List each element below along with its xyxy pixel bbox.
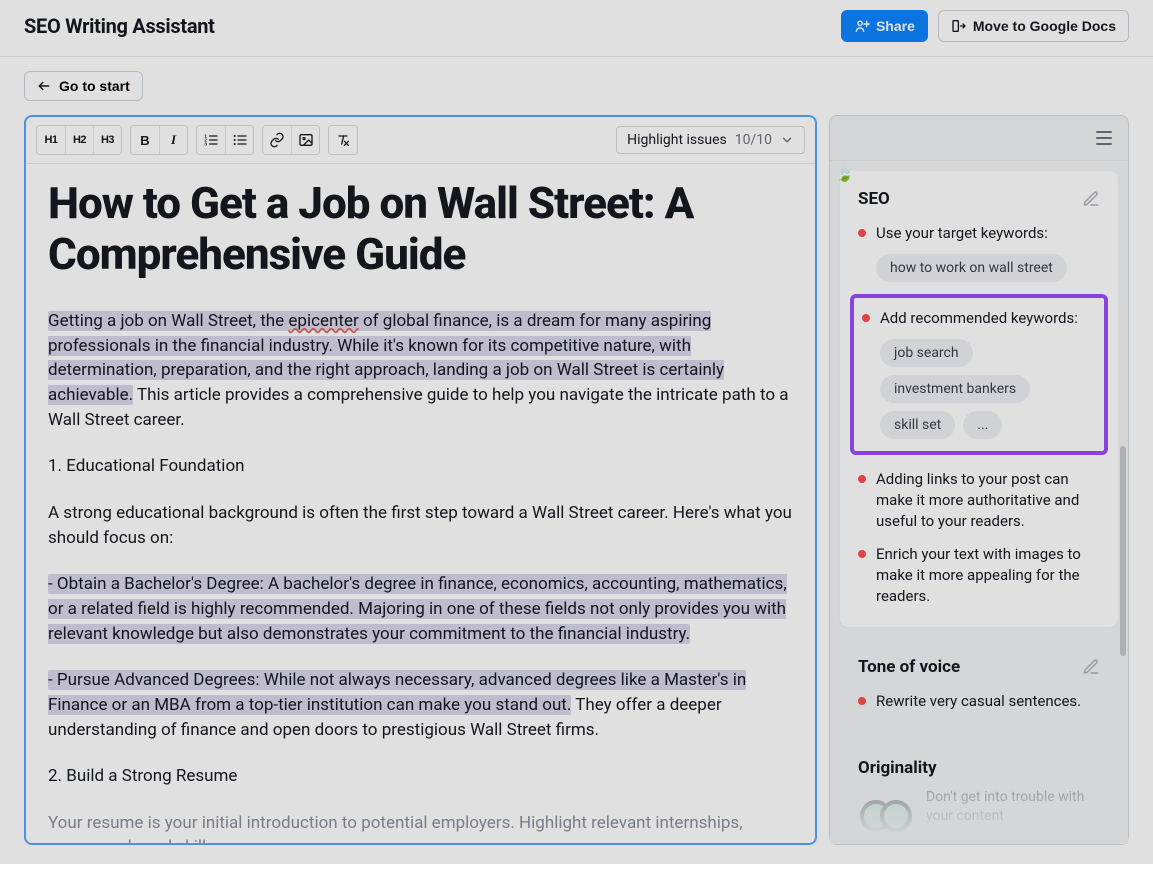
go-to-start-button[interactable]: Go to start — [24, 71, 143, 101]
app-header: SEO Writing Assistant Share Move to Goog… — [0, 0, 1153, 57]
leaf-icon: 🍃 — [836, 167, 853, 183]
image-button[interactable] — [291, 126, 319, 154]
tone-card: Tone of voice Rewrite very casual senten… — [840, 641, 1118, 728]
spelling-error: epicenter — [288, 311, 358, 331]
header-actions: Share Move to Google Docs — [841, 10, 1129, 42]
suggestions-pane: 🍃 SEO Use your target keywords: how to w… — [829, 115, 1129, 845]
bullet-dot — [858, 697, 866, 705]
insert-group — [262, 125, 320, 155]
section-1-intro[interactable]: A strong educational background is often… — [48, 501, 793, 550]
image-icon — [298, 132, 314, 148]
main-layout: H1 H2 H3 B I 123 — [0, 115, 1153, 869]
link-icon — [269, 132, 285, 148]
scrollbar-thumb[interactable] — [1120, 446, 1126, 656]
target-keywords-label: Use your target keywords: — [876, 223, 1100, 244]
add-images-suggestion: Enrich your text with images to make it … — [858, 544, 1100, 607]
share-icon — [854, 18, 870, 34]
add-links-suggestion: Adding links to your post can make it mo… — [858, 469, 1100, 532]
binoculars-icon — [858, 788, 914, 830]
edit-icon[interactable] — [1082, 658, 1100, 676]
ordered-list-button[interactable]: 123 — [197, 126, 225, 154]
go-to-start-label: Go to start — [59, 78, 130, 94]
clear-group — [328, 125, 358, 155]
highlight-issues-dropdown[interactable]: Highlight issues 10/10 — [616, 126, 805, 154]
seo-card-title: SEO — [858, 189, 890, 209]
share-button[interactable]: Share — [841, 10, 928, 42]
bullet-dot — [858, 475, 866, 483]
tone-suggestion: Rewrite very casual sentences. — [858, 691, 1100, 712]
chevron-down-icon — [780, 133, 794, 147]
move-to-gdocs-button[interactable]: Move to Google Docs — [938, 10, 1129, 42]
highlight-issues-label: Highlight issues — [627, 132, 727, 148]
bullet-dot — [858, 229, 866, 237]
format-group: B I — [130, 125, 188, 155]
recommended-keywords-suggestion: Add recommended keywords: job search inv… — [862, 308, 1096, 439]
section-2-intro[interactable]: Your resume is your initial introduction… — [48, 811, 793, 843]
h2-button[interactable]: H2 — [65, 126, 93, 154]
recommended-keywords-highlight: Add recommended keywords: job search inv… — [850, 294, 1108, 455]
keyword-chip[interactable]: job search — [880, 339, 973, 367]
bullet-dot — [858, 550, 866, 558]
unordered-list-button[interactable] — [225, 126, 253, 154]
share-button-label: Share — [876, 18, 915, 34]
menu-icon[interactable] — [1092, 126, 1116, 150]
bullet-bachelors[interactable]: - Obtain a Bachelor's Degree: A bachelor… — [48, 572, 793, 646]
originality-text: Don't get into trouble with your content — [926, 788, 1100, 826]
clear-format-button[interactable] — [329, 126, 357, 154]
side-body: 🍃 SEO Use your target keywords: how to w… — [830, 161, 1128, 844]
italic-button[interactable]: I — [159, 126, 187, 154]
paragraph-intro[interactable]: Getting a job on Wall Street, the epicen… — [48, 309, 793, 432]
h1-button[interactable]: H1 — [37, 126, 65, 154]
edit-icon[interactable] — [1082, 190, 1100, 208]
list-group: 123 — [196, 125, 254, 155]
side-header — [830, 116, 1128, 161]
bullet-dot — [862, 314, 870, 322]
h3-button[interactable]: H3 — [93, 126, 121, 154]
subnav: Go to start — [0, 57, 1153, 115]
editor-body[interactable]: How to Get a Job on Wall Street: A Compr… — [26, 164, 815, 843]
originality-card: Originality Don't get into trouble with … — [840, 742, 1118, 830]
keyword-chip[interactable]: how to work on wall street — [876, 254, 1067, 282]
heading-group: H1 H2 H3 — [36, 125, 122, 155]
keyword-chip[interactable]: skill set — [880, 411, 955, 439]
keyword-chip-more[interactable]: ... — [963, 411, 1002, 439]
bullet-list-icon — [232, 132, 248, 148]
seo-card: 🍃 SEO Use your target keywords: how to w… — [840, 171, 1118, 627]
ordered-list-icon: 123 — [203, 132, 219, 148]
app-title: SEO Writing Assistant — [24, 14, 215, 38]
bold-button[interactable]: B — [131, 126, 159, 154]
clear-format-icon — [335, 132, 351, 148]
tone-card-title: Tone of voice — [858, 657, 960, 677]
move-button-label: Move to Google Docs — [973, 18, 1116, 34]
document-title[interactable]: How to Get a Job on Wall Street: A Compr… — [48, 178, 793, 279]
svg-text:3: 3 — [204, 141, 207, 146]
move-icon — [951, 18, 967, 34]
section-1-heading[interactable]: 1. Educational Foundation — [48, 454, 793, 479]
recommended-keywords-label: Add recommended keywords: — [880, 308, 1096, 329]
bullet-advanced[interactable]: - Pursue Advanced Degrees: While not alw… — [48, 668, 793, 742]
target-keywords-suggestion: Use your target keywords: how to work on… — [858, 223, 1100, 282]
editor-pane: H1 H2 H3 B I 123 — [24, 115, 817, 845]
link-button[interactable] — [263, 126, 291, 154]
originality-card-title: Originality — [858, 758, 937, 778]
arrow-left-icon — [37, 79, 51, 93]
keyword-chip[interactable]: investment bankers — [880, 375, 1030, 403]
highlight-issues-count: 10/10 — [735, 132, 772, 148]
editor-toolbar: H1 H2 H3 B I 123 — [26, 117, 815, 164]
section-2-heading[interactable]: 2. Build a Strong Resume — [48, 764, 793, 789]
